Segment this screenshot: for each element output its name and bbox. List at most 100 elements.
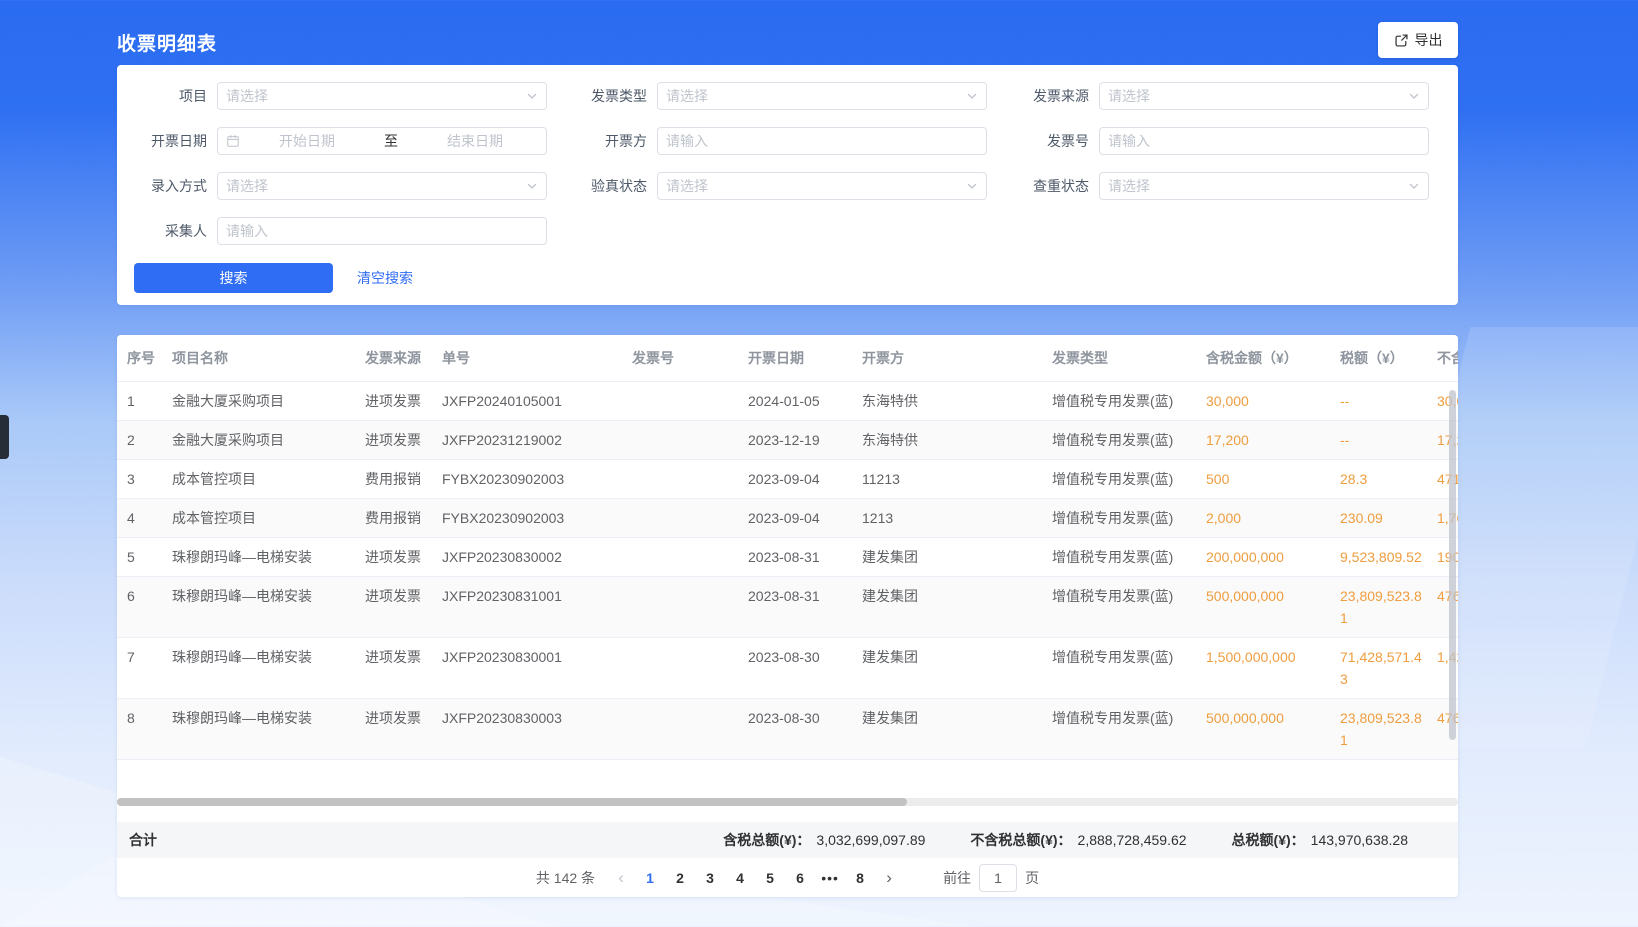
export-button-label: 导出: [1415, 30, 1443, 50]
project-select[interactable]: 请选择: [217, 82, 547, 110]
table-cell-seq: 5: [117, 538, 162, 576]
table-cell-doc_no: FYBX20230902003: [432, 499, 622, 537]
column-header-invoice_no: 发票号: [622, 335, 738, 381]
project-select-placeholder: 请选择: [226, 86, 526, 106]
table-cell-date: 2023-08-31: [738, 577, 852, 637]
entry-method-select-placeholder: 请选择: [226, 176, 526, 196]
table-cell-seq: 8: [117, 699, 162, 759]
export-icon: [1394, 33, 1409, 48]
column-header-issuer: 开票方: [852, 335, 1042, 381]
table-cell-invoice_no: [622, 538, 738, 576]
table-cell-project: 珠穆朗玛峰—电梯安装: [162, 638, 355, 698]
filter-invoice-type: 发票类型 请选择: [557, 82, 999, 110]
search-panel: 项目 请选择 发票类型 请选择 发票来源 请选择 开票日期: [117, 65, 1458, 305]
table-cell-issuer: 东海特供: [852, 382, 1042, 420]
entry-method-select[interactable]: 请选择: [217, 172, 547, 200]
table-cell-doc_no: JXFP20230830002: [432, 538, 622, 576]
table-cell-invoice_no: [622, 577, 738, 637]
page-number-5[interactable]: 5: [755, 870, 785, 886]
filter-invoice-date-label: 开票日期: [117, 131, 217, 151]
table-cell-source: 进项发票: [355, 577, 432, 637]
table-cell-project: 成本管控项目: [162, 460, 355, 498]
table-cell-type: 增值税专用发票(蓝): [1042, 382, 1196, 420]
table-cell-issuer: 1213: [852, 499, 1042, 537]
table-row: 8珠穆朗玛峰—电梯安装进项发票JXFP202308300032023-08-30…: [117, 699, 1458, 760]
table-cell-project: 金融大厦采购项目: [162, 421, 355, 459]
search-button[interactable]: 搜索: [134, 263, 333, 293]
issuer-input-wrap: [657, 127, 987, 155]
page-number-3[interactable]: 3: [695, 870, 725, 886]
total-incl-tax-label: 含税总额(¥)：: [723, 830, 810, 850]
column-header-doc_no: 单号: [432, 335, 622, 381]
table-cell-amount_incl: 500,000,000: [1196, 577, 1330, 637]
table-cell-invoice_no: [622, 699, 738, 759]
verify-status-select-placeholder: 请选择: [666, 176, 966, 196]
next-page-button[interactable]: ›: [875, 868, 903, 888]
table-cell-doc_no: JXFP20230831001: [432, 577, 622, 637]
table-cell-tax: 230.09: [1330, 499, 1427, 537]
invoice-type-select-placeholder: 请选择: [666, 86, 966, 106]
table-cell-tax: --: [1330, 382, 1427, 420]
table-cell-tax: --: [1330, 421, 1427, 459]
horizontal-scrollbar: [117, 798, 1458, 806]
export-button[interactable]: 导出: [1378, 22, 1458, 58]
page-number-1[interactable]: 1: [635, 870, 665, 886]
page-number-4[interactable]: 4: [725, 870, 755, 886]
date-end-placeholder: 结束日期: [412, 131, 538, 151]
page-number-6[interactable]: 6: [785, 870, 815, 886]
column-header-date: 开票日期: [738, 335, 852, 381]
column-header-source: 发票来源: [355, 335, 432, 381]
table-cell-type: 增值税专用发票(蓝): [1042, 499, 1196, 537]
goto-unit-label: 页: [1025, 868, 1039, 888]
table-cell-issuer: 建发集团: [852, 699, 1042, 759]
dup-status-select-placeholder: 请选择: [1108, 176, 1408, 196]
table-cell-issuer: 东海特供: [852, 421, 1042, 459]
filter-project-label: 项目: [117, 86, 217, 106]
chevron-down-icon: [966, 180, 978, 192]
table-cell-type: 增值税专用发票(蓝): [1042, 460, 1196, 498]
filter-invoice-source: 发票来源 请选择: [999, 82, 1442, 110]
table-cell-source: 进项发票: [355, 382, 432, 420]
table-cell-source: 进项发票: [355, 421, 432, 459]
filter-project: 项目 请选择: [117, 82, 557, 110]
table-row: 7珠穆朗玛峰—电梯安装进项发票JXFP202308300012023-08-30…: [117, 638, 1458, 699]
collector-input[interactable]: [226, 218, 538, 244]
table-cell-project: 珠穆朗玛峰—电梯安装: [162, 538, 355, 576]
page-number-8[interactable]: 8: [845, 870, 875, 886]
prev-page-button[interactable]: ‹: [607, 868, 635, 888]
invoice-no-input[interactable]: [1108, 128, 1420, 154]
invoice-type-select[interactable]: 请选择: [657, 82, 987, 110]
table-cell-seq: 7: [117, 638, 162, 698]
table-cell-date: 2023-12-19: [738, 421, 852, 459]
goto-page-input[interactable]: [979, 864, 1017, 892]
dup-status-select[interactable]: 请选择: [1099, 172, 1429, 200]
pagination-ellipsis[interactable]: •••: [815, 870, 845, 886]
table-cell-invoice_no: [622, 421, 738, 459]
vertical-scrollbar-thumb[interactable]: [1449, 390, 1456, 740]
table-cell-invoice_no: [622, 460, 738, 498]
column-header-amount_incl: 含税金额（¥）: [1196, 335, 1330, 381]
verify-status-select[interactable]: 请选择: [657, 172, 987, 200]
table-cell-date: 2023-08-30: [738, 638, 852, 698]
issuer-input[interactable]: [666, 128, 978, 154]
table-cell-doc_no: JXFP20231219002: [432, 421, 622, 459]
table-cell-project: 珠穆朗玛峰—电梯安装: [162, 577, 355, 637]
page-title: 收票明细表: [117, 29, 217, 56]
invoice-source-select[interactable]: 请选择: [1099, 82, 1429, 110]
table-cell-amount_incl: 200,000,000: [1196, 538, 1330, 576]
table-viewport: 序号项目名称发票来源单号发票号开票日期开票方发票类型含税金额（¥）税额（¥）不含…: [117, 335, 1458, 791]
invoice-table-panel: 序号项目名称发票来源单号发票号开票日期开票方发票类型含税金额（¥）税额（¥）不含…: [117, 335, 1458, 897]
table-cell-seq: 3: [117, 460, 162, 498]
page-number-2[interactable]: 2: [665, 870, 695, 886]
goto-label: 前往: [943, 868, 971, 888]
table-cell-amount_incl: 500: [1196, 460, 1330, 498]
clear-search-link[interactable]: 清空搜索: [357, 268, 413, 288]
invoice-date-range-picker[interactable]: 开始日期 至 结束日期: [217, 127, 547, 155]
filter-collector: 采集人: [117, 217, 557, 245]
collector-input-wrap: [217, 217, 547, 245]
pagination-total: 共 142 条: [536, 868, 595, 888]
chevron-down-icon: [966, 90, 978, 102]
side-collapsed-tab[interactable]: [0, 415, 9, 459]
horizontal-scrollbar-thumb[interactable]: [117, 798, 907, 806]
table-row: 4成本管控项目费用报销FYBX202309020032023-09-041213…: [117, 499, 1458, 538]
